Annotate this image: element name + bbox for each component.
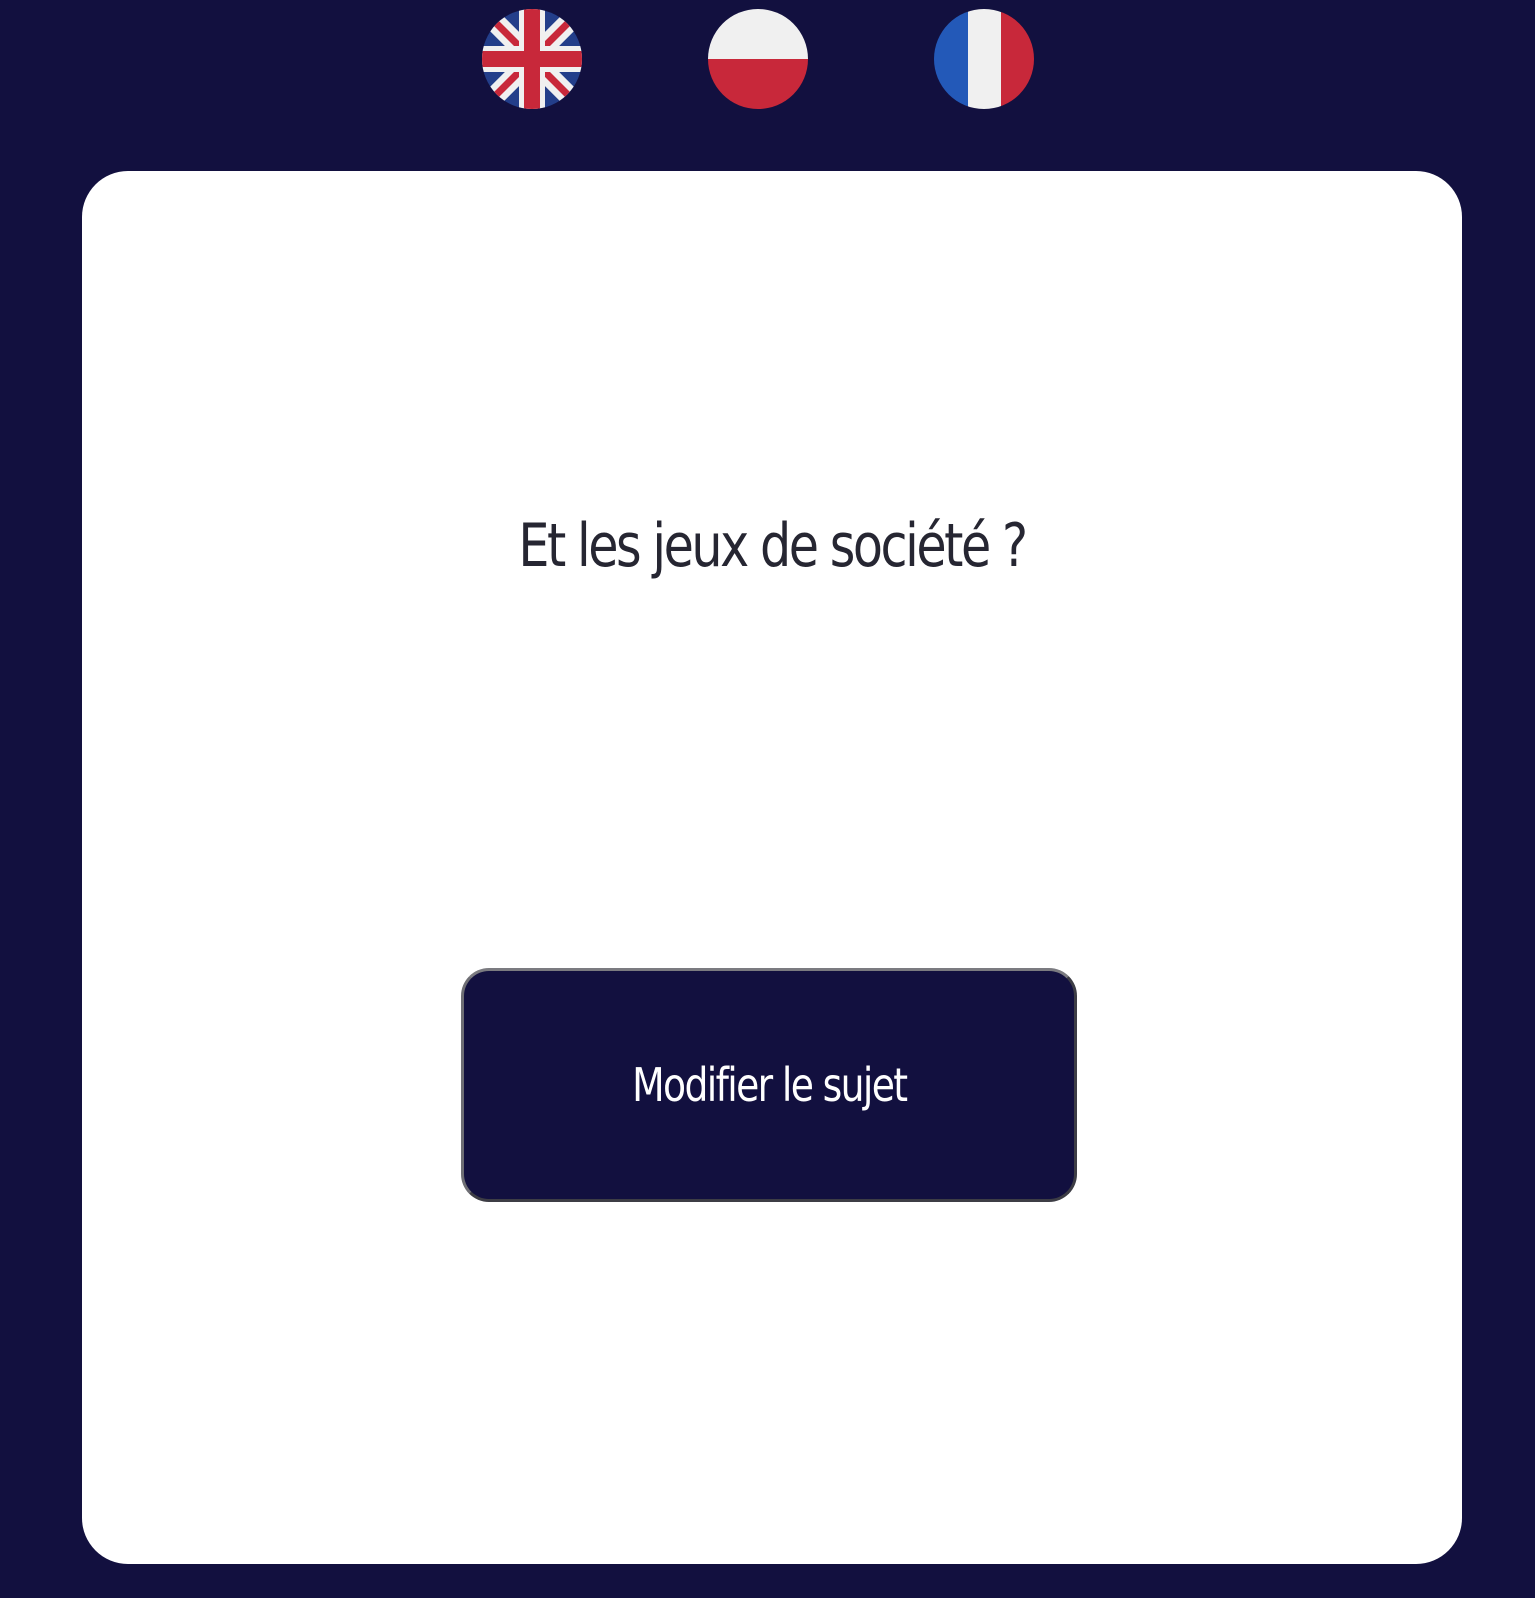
change-topic-button[interactable]: Modifier le sujet <box>461 968 1077 1202</box>
poland-flag-icon[interactable] <box>708 9 808 109</box>
change-topic-button-label: Modifier le sujet <box>631 1058 908 1112</box>
france-flag-graphic <box>934 9 1034 109</box>
language-selector <box>0 0 1535 150</box>
topic-card: Et les jeux de société ? Modifier le suj… <box>82 171 1462 1564</box>
uk-flag-graphic <box>482 9 582 109</box>
france-flag-icon[interactable] <box>934 9 1034 109</box>
page-background: Et les jeux de société ? Modifier le suj… <box>0 0 1535 1598</box>
poland-flag-graphic <box>708 9 808 109</box>
topic-question: Et les jeux de société ? <box>518 511 1028 581</box>
uk-flag-icon[interactable] <box>482 9 582 109</box>
